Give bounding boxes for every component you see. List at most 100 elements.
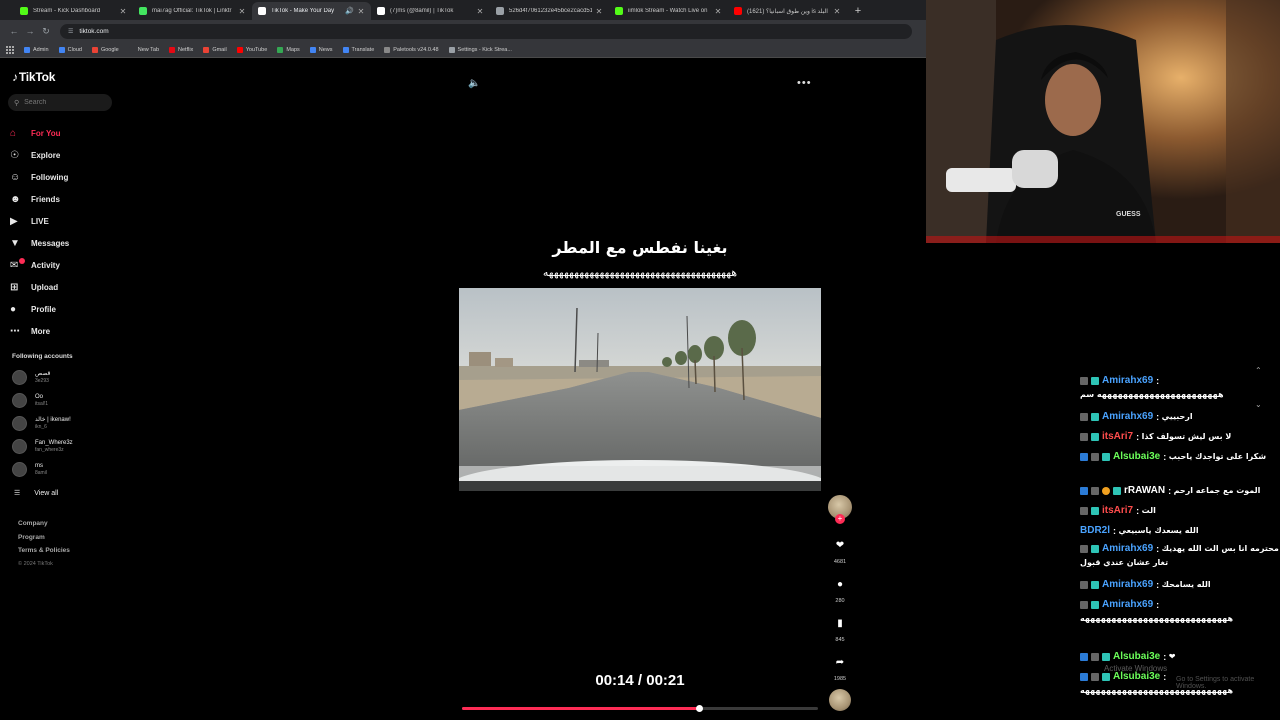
nav-label: Activity bbox=[31, 260, 60, 270]
nav-item-activity[interactable]: ✉ Activity bbox=[10, 254, 69, 276]
tab-audio-icon[interactable]: 🔊 bbox=[345, 7, 354, 15]
browser-tab[interactable]: Stream - Kick Dashboard ✕ bbox=[14, 2, 133, 20]
back-icon[interactable]: ← bbox=[6, 26, 22, 36]
chat-badge-icon bbox=[1080, 486, 1088, 495]
bookmark-item[interactable]: Gmail bbox=[203, 46, 227, 53]
video-frame[interactable] bbox=[459, 288, 821, 491]
creator-avatar[interactable]: + bbox=[826, 495, 854, 524]
tab-close-icon[interactable]: ✕ bbox=[833, 7, 841, 16]
messages-icon: ▼ bbox=[10, 237, 20, 249]
nav-item-for-you[interactable]: ⌂ For You bbox=[10, 122, 69, 144]
nav-item-more[interactable]: ⋯ More bbox=[10, 320, 69, 342]
chat-username[interactable]: Alsubai3e bbox=[1113, 451, 1160, 462]
nav-item-live[interactable]: ▶ LIVE bbox=[10, 210, 69, 232]
bookmark-item[interactable]: Maps bbox=[277, 46, 300, 53]
search-input[interactable] bbox=[24, 99, 105, 106]
sound-disc-icon[interactable] bbox=[829, 689, 851, 711]
bookmark-label: Cloud bbox=[67, 46, 82, 53]
bookmark-item[interactable]: Google bbox=[91, 46, 119, 53]
progress-handle[interactable] bbox=[696, 705, 704, 712]
browser-tab-strip: Stream - Kick Dashboard ✕ mai7ag Official:… bbox=[0, 0, 926, 20]
volume-icon[interactable]: 🔈 bbox=[468, 78, 480, 89]
following-account[interactable]: ms 8amil bbox=[12, 462, 47, 477]
bookmark-item[interactable]: New Tab bbox=[128, 46, 159, 53]
tab-close-icon[interactable]: ✕ bbox=[714, 7, 722, 16]
nav-item-following[interactable]: ☺ Following bbox=[10, 166, 69, 188]
comment-icon[interactable]: ● bbox=[829, 573, 851, 595]
footer-program[interactable]: Program bbox=[18, 534, 70, 548]
chat-username[interactable]: itsAri7 bbox=[1102, 505, 1133, 516]
nav-item-profile[interactable]: ● Profile bbox=[10, 298, 69, 320]
tab-close-icon[interactable]: ✕ bbox=[476, 7, 484, 16]
account-name: قصص bbox=[35, 371, 51, 377]
nav-item-friends[interactable]: ☻ Friends bbox=[10, 188, 69, 210]
share-icon[interactable]: ➦ bbox=[829, 651, 851, 673]
tab-close-icon[interactable]: ✕ bbox=[357, 7, 365, 16]
bookmark-item[interactable]: Cloud bbox=[58, 46, 82, 53]
bookmark-item[interactable]: News bbox=[309, 46, 333, 53]
search-box[interactable]: ⚲ bbox=[8, 94, 112, 111]
nav-item-explore[interactable]: ☉ Explore bbox=[10, 144, 69, 166]
heart-icon[interactable]: ❤ bbox=[829, 534, 851, 556]
tab-close-icon[interactable]: ✕ bbox=[238, 7, 246, 16]
following-icon: ☺ bbox=[10, 171, 21, 183]
bookmark-icon[interactable]: ▮ bbox=[829, 612, 851, 634]
following-account[interactable]: خالد | ikenaw! ikn_6 bbox=[12, 416, 71, 431]
bookmark-favicon-icon bbox=[128, 46, 135, 53]
chat-text-continued: ههههههههههههههههههههههههههههه bbox=[1080, 614, 1233, 623]
bookmark-item[interactable]: Translate bbox=[342, 46, 374, 53]
chat-message: BDR2l: الله يسعدك ياسبيعي bbox=[1080, 525, 1278, 536]
chat-username[interactable]: rRAWAN bbox=[1124, 485, 1165, 496]
view-all-link[interactable]: ☰ View all bbox=[14, 489, 58, 498]
browser-tab[interactable]: (1621) وين طوق اسبانيا؟ is البلد ✕ bbox=[728, 2, 847, 20]
tab-close-icon[interactable]: ✕ bbox=[595, 7, 603, 16]
share-action[interactable]: ➦ 1985 bbox=[826, 651, 854, 683]
bookmark-item[interactable]: YouTube bbox=[236, 46, 268, 53]
following-account[interactable]: Fan_Where3z fan_where3z bbox=[12, 439, 73, 454]
nav-item-upload[interactable]: ⊞ Upload bbox=[10, 276, 69, 298]
save-action[interactable]: ▮ 845 bbox=[826, 612, 854, 644]
tab-close-icon[interactable]: ✕ bbox=[119, 7, 127, 16]
chat-username[interactable]: Amirahx69 bbox=[1102, 411, 1153, 422]
bookmark-item[interactable]: Settings - Kick Strea... bbox=[448, 46, 512, 53]
chat-username[interactable]: BDR2l bbox=[1080, 525, 1110, 536]
bookmark-item[interactable]: Admin bbox=[24, 46, 49, 53]
chat-username[interactable]: Amirahx69 bbox=[1102, 543, 1153, 554]
bookmark-item[interactable]: Paletools v24.0.48 bbox=[384, 46, 439, 53]
follow-plus-icon[interactable]: + bbox=[835, 514, 845, 524]
chat-badge-icon bbox=[1091, 672, 1099, 681]
browser-tab[interactable]: 526d4f7061232e45bce2cacd51b ✕ bbox=[490, 2, 609, 20]
browser-tab[interactable]: iimlok Stream - Watch Live on ✕ bbox=[609, 2, 728, 20]
new-tab-icon[interactable]: + bbox=[851, 2, 865, 20]
following-account[interactable]: قصص 3e293 bbox=[12, 370, 50, 385]
chat-username[interactable]: itsAri7 bbox=[1102, 431, 1133, 442]
compass-icon: ☉ bbox=[10, 149, 19, 161]
bookmark-item[interactable]: Netflix bbox=[169, 46, 193, 53]
comment-action[interactable]: ● 280 bbox=[826, 573, 854, 605]
footer-company[interactable]: Company bbox=[18, 520, 70, 534]
browser-tab[interactable]: TikTok - Make Your Day 🔊 ✕ bbox=[252, 2, 371, 20]
chat-username[interactable]: Amirahx69 bbox=[1102, 375, 1153, 386]
nav-item-messages[interactable]: ▼ Messages bbox=[10, 232, 69, 254]
music-disc[interactable] bbox=[826, 689, 854, 711]
more-options-icon[interactable]: ••• bbox=[797, 77, 812, 89]
site-info-icon[interactable]: ☰ bbox=[68, 28, 73, 35]
bookmark-label: YouTube bbox=[245, 46, 268, 53]
bookmark-label: Paletools v24.0.48 bbox=[393, 46, 439, 53]
address-bar[interactable]: ☰ tiktok.com bbox=[60, 23, 912, 39]
chat-username[interactable]: Amirahx69 bbox=[1102, 599, 1153, 610]
chat-username[interactable]: Amirahx69 bbox=[1102, 579, 1153, 590]
footer-terms[interactable]: Terms & Policies bbox=[18, 547, 70, 561]
browser-tab[interactable]: mai7ag Official: TikTok | Linktr ✕ bbox=[133, 2, 252, 20]
chat-badge-icon bbox=[1102, 452, 1110, 461]
apps-grid-icon[interactable] bbox=[6, 45, 14, 54]
avatar[interactable]: + bbox=[828, 495, 852, 524]
forward-icon[interactable]: → bbox=[22, 26, 38, 36]
following-account[interactable]: Oo itsal!1 bbox=[12, 393, 48, 408]
chat-username[interactable]: Alsubai3e bbox=[1113, 651, 1160, 662]
tiktok-logo[interactable]: ♪ TikTok bbox=[12, 70, 55, 84]
like-action[interactable]: ❤ 4681 bbox=[826, 534, 854, 566]
reload-icon[interactable]: ↻ bbox=[38, 26, 54, 37]
browser-tab[interactable]: (7)ms (@8amil) | TikTok ✕ bbox=[371, 2, 490, 20]
progress-bar[interactable] bbox=[462, 705, 818, 712]
